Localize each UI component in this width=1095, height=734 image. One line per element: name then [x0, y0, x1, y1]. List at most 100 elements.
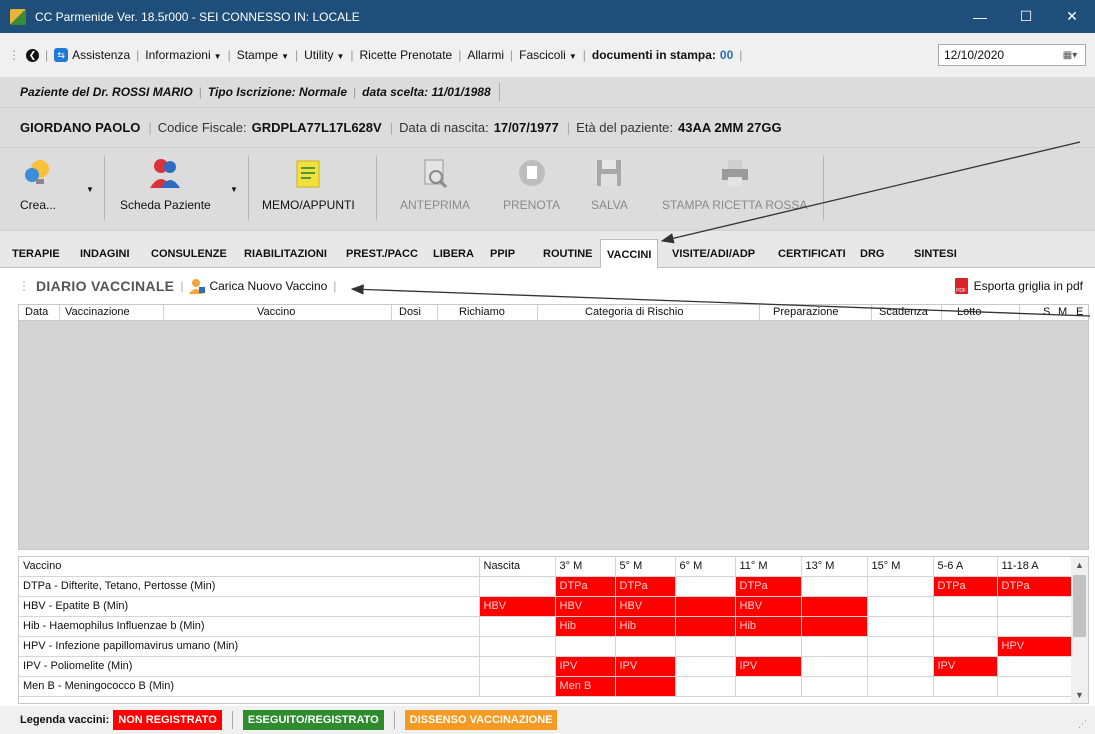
schedule-cell[interactable] [479, 656, 556, 677]
schedule-cell[interactable]: Hib [735, 616, 802, 637]
col-data[interactable]: Data [25, 306, 48, 318]
calendar-icon[interactable]: ▦▾ [1059, 48, 1081, 62]
schedule-col-11m[interactable]: 11° M [735, 557, 802, 577]
schedule-cell[interactable]: DTPa [997, 576, 1073, 597]
tab-certificati[interactable]: CERTIFICATI [772, 241, 852, 267]
scheda-dropdown-icon[interactable]: ▼ [230, 185, 238, 194]
menu-fascicoli[interactable]: Fascicoli ▼ [519, 48, 577, 62]
tab-drg[interactable]: DRG [854, 241, 890, 267]
schedule-cell[interactable]: Hib [555, 616, 616, 637]
schedule-cell[interactable] [801, 636, 868, 657]
schedule-cell[interactable] [675, 676, 736, 697]
schedule-cell[interactable] [801, 676, 868, 697]
schedule-cell[interactable]: DTPa [615, 576, 676, 597]
tab-visite-adi-adp[interactable]: VISITE/ADI/ADP [666, 241, 761, 267]
schedule-col-13m[interactable]: 13° M [801, 557, 868, 577]
minimize-button[interactable]: — [957, 0, 1003, 33]
schedule-cell[interactable] [675, 656, 736, 677]
table-row[interactable]: Hib - Haemophilus Influenzae b (Min) Hib H… [19, 616, 1073, 637]
menu-assistenza[interactable]: Assistenza [72, 48, 130, 62]
schedule-cell[interactable] [867, 576, 934, 597]
table-row[interactable]: IPV - Poliomelite (Min) IPV IPV IPV IPV [19, 656, 1073, 677]
tab-ppip[interactable]: PPIP [484, 241, 521, 267]
schedule-cell[interactable] [867, 676, 934, 697]
menu-informazioni[interactable]: Informazioni ▼ [145, 48, 221, 62]
schedule-cell[interactable] [997, 676, 1073, 697]
memo-appunti-button[interactable]: MEMO/APPUNTI [262, 156, 355, 212]
col-preparazione[interactable]: Preparazione [773, 306, 838, 318]
schedule-cell[interactable] [479, 576, 556, 597]
schedule-col-nascita[interactable]: Nascita [479, 557, 556, 577]
schedule-cell[interactable]: HBV [555, 596, 616, 617]
vaccine-name-cell[interactable]: DTPa - Difterite, Tetano, Pertosse (Min) [19, 576, 480, 597]
col-dosi[interactable]: Dosi [399, 306, 421, 318]
col-s[interactable]: S [1043, 306, 1050, 318]
schedule-cell[interactable]: DTPa [933, 576, 998, 597]
vaccine-name-cell[interactable]: HPV - Infezione papillomavirus umano (Mi… [19, 636, 480, 657]
schedule-cell[interactable]: IPV [555, 656, 616, 677]
export-pdf-button[interactable]: PDF Esporta griglia in pdf [954, 278, 1083, 294]
schedule-cell[interactable] [675, 616, 736, 637]
schedule-cell[interactable] [997, 616, 1073, 637]
schedule-cell[interactable] [675, 576, 736, 597]
schedule-col-11-18a[interactable]: 11-18 A [997, 557, 1073, 577]
schedule-col-5m[interactable]: 5° M [615, 557, 676, 577]
schedule-col-5-6a[interactable]: 5-6 A [933, 557, 998, 577]
diario-grid-body[interactable] [18, 321, 1089, 550]
schedule-cell[interactable]: IPV [735, 656, 802, 677]
schedule-cell[interactable] [933, 616, 998, 637]
menu-stampe[interactable]: Stampe ▼ [237, 48, 289, 62]
schedule-col-vaccino[interactable]: Vaccino [19, 557, 480, 577]
col-vaccino[interactable]: Vaccino [257, 306, 295, 318]
maximize-button[interactable]: ☐ [1003, 0, 1049, 33]
scheda-paziente-button[interactable]: Scheda Paziente [120, 156, 211, 212]
schedule-scrollbar[interactable]: ▲ ▼ [1071, 557, 1088, 703]
vaccine-name-cell[interactable]: Men B - Meningococco B (Min) [19, 676, 480, 697]
table-row[interactable]: Men B - Meningococco B (Min) Men B [19, 676, 1073, 697]
vaccine-name-cell[interactable]: IPV - Poliomelite (Min) [19, 656, 480, 677]
schedule-cell[interactable] [801, 596, 868, 617]
schedule-cell[interactable] [735, 636, 802, 657]
schedule-cell[interactable] [479, 636, 556, 657]
schedule-cell[interactable] [675, 596, 736, 617]
vaccine-name-cell[interactable]: HBV - Epatite B (Min) [19, 596, 480, 617]
table-row[interactable]: DTPa - Difterite, Tetano, Pertosse (Min)… [19, 576, 1073, 597]
scroll-up-icon[interactable]: ▲ [1071, 557, 1088, 573]
schedule-cell[interactable] [615, 636, 676, 657]
salva-button[interactable]: SALVA [591, 156, 628, 212]
schedule-cell[interactable] [801, 616, 868, 637]
schedule-col-6m[interactable]: 6° M [675, 557, 736, 577]
schedule-cell[interactable] [735, 676, 802, 697]
schedule-cell[interactable]: HBV [479, 596, 556, 617]
schedule-cell[interactable] [801, 656, 868, 677]
schedule-cell[interactable]: HBV [615, 596, 676, 617]
col-vaccinazione[interactable]: Vaccinazione [65, 306, 130, 318]
schedule-cell[interactable] [933, 676, 998, 697]
tab-riabilitazioni[interactable]: RIABILITAZIONI [238, 241, 333, 267]
schedule-cell[interactable] [933, 596, 998, 617]
schedule-cell[interactable] [867, 596, 934, 617]
scroll-down-icon[interactable]: ▼ [1071, 687, 1088, 703]
col-lotto[interactable]: Lotto [957, 306, 981, 318]
col-richiamo[interactable]: Richiamo [459, 306, 505, 318]
schedule-cell[interactable] [997, 596, 1073, 617]
menu-utility[interactable]: Utility ▼ [304, 48, 344, 62]
schedule-cell[interactable]: HPV [997, 636, 1073, 657]
tab-vaccini[interactable]: VACCINI [600, 239, 659, 269]
schedule-cell[interactable] [479, 616, 556, 637]
schedule-cell[interactable] [801, 576, 868, 597]
scrollbar-thumb[interactable] [1073, 575, 1086, 637]
tab-indagini[interactable]: INDAGINI [74, 241, 136, 267]
schedule-cell[interactable] [867, 616, 934, 637]
schedule-col-15m[interactable]: 15° M [867, 557, 934, 577]
stampa-ricetta-rossa-button[interactable]: STAMPA RICETTA ROSSA [662, 156, 807, 212]
schedule-cell[interactable] [479, 676, 556, 697]
schedule-cell[interactable]: DTPa [735, 576, 802, 597]
load-vaccine-button[interactable]: Carica Nuovo Vaccino [189, 278, 327, 294]
anteprima-button[interactable]: ANTEPRIMA [400, 156, 470, 212]
schedule-col-3m[interactable]: 3° M [555, 557, 616, 577]
menu-ricette-prenotate[interactable]: Ricette Prenotate [360, 48, 453, 62]
schedule-cell[interactable] [555, 636, 616, 657]
tab-prest-pacc[interactable]: PREST./PACC [340, 241, 424, 267]
tab-libera[interactable]: LIBERA [427, 241, 480, 267]
